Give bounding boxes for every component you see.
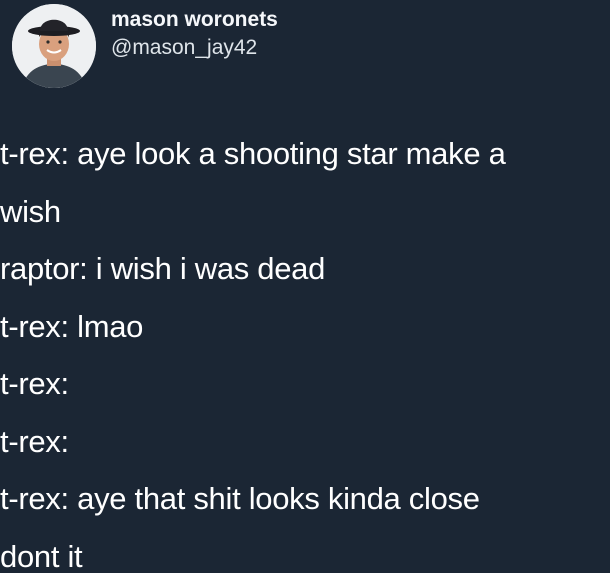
tweet-card: mason woronets @mason_jay42 t-rex: aye l… [0,0,610,573]
author-handle[interactable]: @mason_jay42 [111,36,257,60]
tweet-line: t-rex: aye that shit looks kinda close [0,481,480,516]
tweet-line: t-rex: [0,423,69,459]
tweet-line: dont it [0,538,83,573]
tweet-line: t-rex: lmao [0,308,144,344]
profile-photo [12,4,96,88]
tweet-line: t-rex: aye look a shooting star make a [0,136,506,171]
tweet-line: wish [0,193,61,229]
tweet-line: t-rex: [0,366,69,401]
tweet-text: t-rex: aye look a shooting star make a w… [0,125,610,573]
tweet-line: raptor: i wish i was dead [0,251,326,286]
avatar[interactable] [12,4,96,88]
author-display-name[interactable]: mason woronets [111,8,278,32]
